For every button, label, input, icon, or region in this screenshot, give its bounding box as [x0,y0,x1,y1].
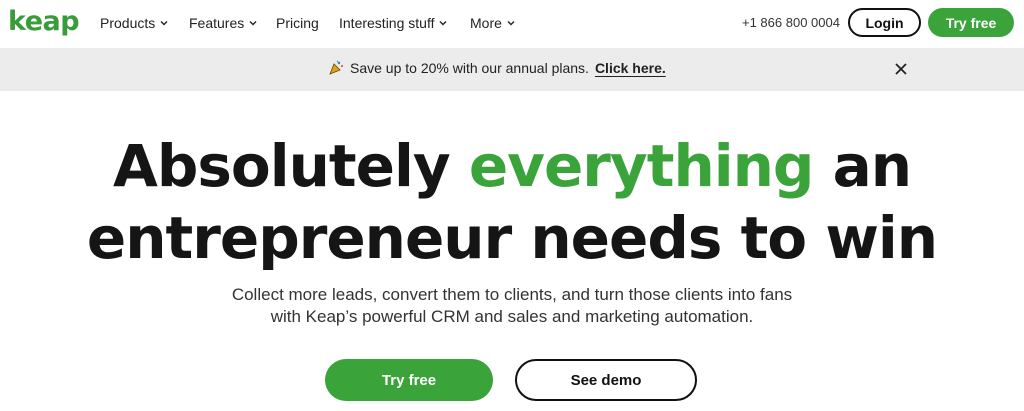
nav-item-interesting-stuff[interactable]: Interesting stuff [339,14,447,32]
nav-item-label: More [470,15,502,31]
headline-line-2: entrepreneur needs to win [86,204,938,272]
nav-item-label: Pricing [276,15,319,31]
headline-highlight: everything [468,132,815,200]
nav-item-features[interactable]: Features [189,14,257,32]
login-button[interactable]: Login [848,8,921,37]
nav-item-products[interactable]: Products [100,14,168,32]
top-nav: keap Products Features Pricing Interesti… [0,0,1024,48]
headline-text: Absolutely [112,132,469,200]
nav-item-label: Products [100,15,156,31]
promo-banner: Save up to 20% with our annual plans. Cl… [0,48,1024,91]
try-free-nav-button[interactable]: Try free [928,8,1014,37]
banner-link[interactable]: Click here. [595,60,666,76]
headline-text: an [813,132,912,200]
nav-item-more[interactable]: More [470,14,515,32]
subtitle-line: Collect more leads, convert them to clie… [231,285,793,304]
nav-item-label: Interesting stuff [339,15,435,31]
chevron-down-icon [439,21,447,26]
headline-line-1: Absolutely everything an [0,130,1024,202]
phone-number[interactable]: +1 866 800 0004 [742,15,840,30]
hero-subtitle: Collect more leads, convert them to clie… [0,284,1024,328]
banner-text: Save up to 20% with our annual plans. [350,60,589,76]
keap-logo[interactable]: keap [8,6,80,38]
chevron-down-icon [249,21,257,26]
chevron-down-icon [160,21,168,26]
nav-item-pricing[interactable]: Pricing [276,14,319,32]
hero-headline: Absolutely everything an entrepreneur ne… [0,130,1024,274]
subtitle-line: with Keap’s powerful CRM and sales and m… [270,307,754,326]
close-icon[interactable] [894,62,908,76]
chevron-down-icon [507,21,515,26]
try-free-button[interactable]: Try free [325,359,493,401]
party-popper-icon [329,60,343,75]
nav-item-label: Features [189,15,245,31]
see-demo-button[interactable]: See demo [515,359,697,401]
